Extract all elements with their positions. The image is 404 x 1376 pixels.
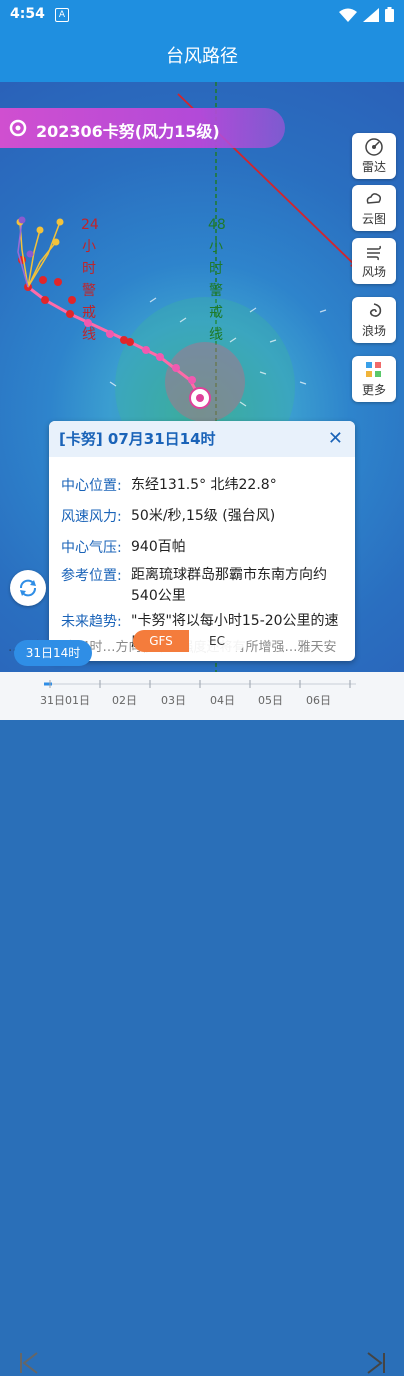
- info-row-reference: 参考位置: 距离琉球群岛那霸市东南方向约540公里: [61, 565, 341, 607]
- tool-cloud-image[interactable]: 云图: [352, 185, 396, 231]
- tool-label: 更多: [361, 383, 386, 397]
- more-grid-icon: [366, 362, 381, 377]
- step-back-icon[interactable]: [18, 1350, 40, 1376]
- typhoon-selector[interactable]: 202306卡努(风力15级): [0, 108, 285, 148]
- warning-48h-char: 小: [209, 239, 223, 255]
- info-row-pressure: 中心气压: 940百帕: [61, 537, 341, 558]
- wave-field-icon: [369, 303, 382, 317]
- info-value: 940百帕: [131, 539, 186, 555]
- tool-wave-field[interactable]: 浪场: [352, 297, 396, 343]
- info-value: 距离琉球群岛那霸市东南方向约540公里: [131, 567, 327, 604]
- warning-48h-number: 48: [208, 217, 226, 233]
- info-key: 参考位置:: [61, 568, 122, 584]
- wifi-icon: [339, 8, 357, 22]
- warning-24h-number: 24: [81, 217, 99, 233]
- card-header: [卡努] 07月31日14时 ✕: [49, 421, 355, 457]
- timeline-tick: 02日: [112, 694, 137, 707]
- tool-label: 雷达: [361, 160, 386, 174]
- timeline-slider[interactable]: [44, 676, 356, 690]
- forecast-points: [18, 256, 134, 346]
- timeline-tick: 03日: [161, 694, 186, 707]
- warning-label-24h: 24 小 时 警 戒 线: [81, 214, 99, 346]
- model-tab-ec[interactable]: EC: [189, 630, 245, 652]
- warning-label-48h: 48 小 时 警 戒 线: [208, 214, 226, 346]
- tool-wind-field[interactable]: 风场: [352, 238, 396, 284]
- refresh-button[interactable]: [10, 570, 46, 606]
- radar-icon: [365, 138, 383, 156]
- status-bar: 4:54 A: [0, 0, 404, 32]
- signal-icon: [363, 7, 379, 22]
- notification-icon: A: [55, 8, 69, 22]
- tool-label: 浪场: [361, 324, 386, 338]
- play-icon[interactable]: [364, 1350, 386, 1376]
- info-value: 东经131.5° 北纬22.8°: [131, 477, 277, 493]
- current-time-label: 31日14时: [14, 640, 92, 666]
- close-icon[interactable]: ✕: [328, 421, 343, 457]
- typhoon-icon: [9, 119, 27, 137]
- card-title: [卡努] 07月31日14时: [59, 430, 216, 448]
- status-icons: [339, 7, 394, 22]
- page-title: 台风路径: [0, 32, 404, 82]
- info-row-position: 中心位置: 东经131.5° 北纬22.8°: [61, 475, 341, 496]
- info-key: 未来趋势:: [61, 614, 122, 630]
- warning-48h-char: 戒: [209, 305, 223, 321]
- model-tab-gfs[interactable]: GFS: [133, 630, 189, 652]
- tool-label: 风场: [361, 265, 386, 279]
- tool-more[interactable]: 更多: [352, 356, 396, 402]
- cloud-image-icon: [366, 193, 382, 204]
- battery-icon: [385, 7, 394, 22]
- warning-48h-char: 线: [209, 327, 223, 343]
- warning-24h-char: 线: [82, 327, 96, 343]
- info-key: 中心位置:: [61, 478, 122, 494]
- typhoon-name: 202306卡努(风力15级): [36, 122, 220, 141]
- timeline-tick: 05日: [258, 694, 283, 707]
- storm-core: [165, 342, 245, 422]
- wind-field-icon: [367, 245, 381, 261]
- info-row-wind: 风速风力: 50米/秒,15级 (强台风): [61, 506, 341, 527]
- refresh-icon: [20, 579, 36, 597]
- warning-24h-char: 戒: [82, 305, 96, 321]
- timeline-tick: 06日: [306, 694, 331, 707]
- warning-48h-char: 警: [209, 283, 223, 299]
- warning-24h-char: 时: [82, 261, 96, 277]
- timeline-tick: 04日: [210, 694, 235, 707]
- timeline-tick: 31日01日: [40, 694, 90, 707]
- status-time: 4:54: [10, 6, 45, 22]
- warning-48h-char: 时: [209, 261, 223, 277]
- tool-label: 云图: [361, 212, 386, 226]
- tool-radar[interactable]: 雷达: [352, 133, 396, 179]
- model-switch: GFS EC: [133, 630, 245, 652]
- info-key: 风速风力:: [61, 509, 122, 525]
- typhoon-current-marker: [189, 387, 211, 409]
- info-value: 50米/秒,15级 (强台风): [131, 508, 276, 524]
- warning-24h-char: 小: [82, 239, 96, 255]
- info-key: 中心气压:: [61, 540, 122, 556]
- warning-24h-char: 警: [82, 283, 96, 299]
- typhoon-info-card: [卡努] 07月31日14时 ✕ 中心位置: 东经131.5° 北纬22.8° 风…: [49, 421, 355, 661]
